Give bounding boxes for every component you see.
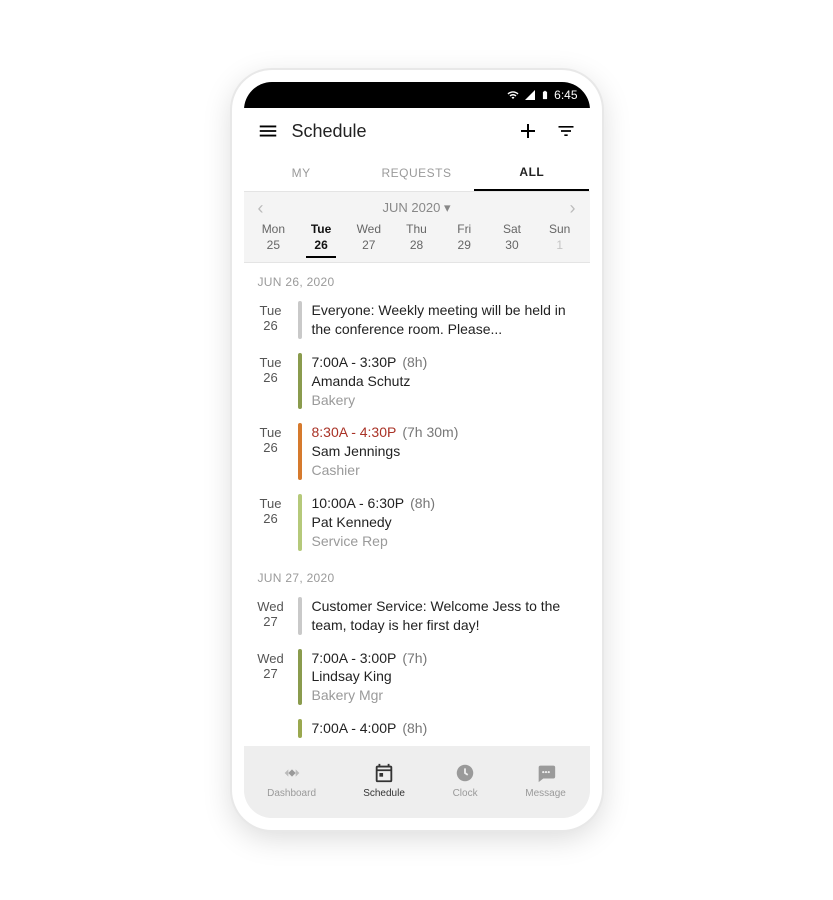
note-row[interactable]: Wed27 Customer Service: Welcome Jess to t… bbox=[244, 591, 590, 643]
page-title: Schedule bbox=[292, 121, 504, 142]
day-cell[interactable]: Thu28 bbox=[393, 220, 441, 258]
row-day bbox=[254, 719, 288, 738]
plus-icon bbox=[516, 119, 540, 143]
next-month-button[interactable]: › bbox=[566, 198, 580, 219]
hamburger-icon bbox=[257, 120, 279, 142]
signal-icon bbox=[524, 89, 536, 101]
shift-row[interactable]: 7:00A - 4:00P(8h) bbox=[244, 713, 590, 746]
color-stripe bbox=[298, 301, 302, 339]
row-content: 7:00A - 3:00P(7h)Lindsay KingBakery Mgr bbox=[312, 649, 580, 706]
color-stripe bbox=[298, 597, 302, 635]
row-day: Wed27 bbox=[254, 649, 288, 706]
tab-all[interactable]: ALL bbox=[474, 154, 589, 191]
day-cell[interactable]: Sat30 bbox=[488, 220, 536, 258]
shift-row[interactable]: Tue26 7:00A - 3:30P(8h)Amanda SchutzBaker… bbox=[244, 347, 590, 418]
day-cell[interactable]: Sun1 bbox=[536, 220, 584, 258]
shift-row[interactable]: Tue26 10:00A - 6:30P(8h)Pat KennedyServic… bbox=[244, 488, 590, 559]
clock-icon bbox=[452, 762, 478, 784]
message-icon bbox=[533, 762, 559, 784]
color-stripe bbox=[298, 353, 302, 410]
shift-row[interactable]: Tue26 8:30A - 4:30P(7h 30m)Sam JenningsCa… bbox=[244, 417, 590, 488]
shift-row[interactable]: Wed27 7:00A - 3:00P(7h)Lindsay KingBakery… bbox=[244, 643, 590, 714]
tabs: MYREQUESTSALL bbox=[244, 154, 590, 192]
color-stripe bbox=[298, 649, 302, 706]
day-cell[interactable]: Tue26 bbox=[297, 220, 345, 258]
color-stripe bbox=[298, 494, 302, 551]
nav-message[interactable]: Message bbox=[525, 762, 566, 799]
week-row: Mon25Tue26Wed27Thu28Fri29Sat30Sun1 bbox=[250, 220, 584, 258]
nav-dashboard[interactable]: Dashboard bbox=[267, 762, 316, 799]
wifi-icon bbox=[506, 89, 520, 101]
screen: 6:45 Schedule MYREQUESTSALL ‹ JUN 2020 ▾… bbox=[244, 82, 590, 818]
menu-button[interactable] bbox=[254, 117, 282, 145]
row-content: 7:00A - 4:00P(8h) bbox=[312, 719, 580, 738]
date-header: JUN 27, 2020 bbox=[244, 559, 590, 591]
phone-frame: 6:45 Schedule MYREQUESTSALL ‹ JUN 2020 ▾… bbox=[232, 70, 602, 830]
note-row[interactable]: Tue26 Everyone: Weekly meeting will be he… bbox=[244, 295, 590, 347]
filter-button[interactable] bbox=[552, 117, 580, 145]
status-time: 6:45 bbox=[554, 88, 577, 102]
date-header: JUN 26, 2020 bbox=[244, 263, 590, 295]
row-day: Tue26 bbox=[254, 301, 288, 339]
nav-clock[interactable]: Clock bbox=[452, 762, 478, 799]
app-bar: Schedule bbox=[244, 108, 590, 154]
add-button[interactable] bbox=[514, 117, 542, 145]
month-navigator: ‹ JUN 2020 ▾ › Mon25Tue26Wed27Thu28Fri29… bbox=[244, 192, 590, 263]
tab-requests[interactable]: REQUESTS bbox=[359, 154, 474, 191]
row-day: Tue26 bbox=[254, 494, 288, 551]
row-content: Customer Service: Welcome Jess to the te… bbox=[312, 597, 580, 635]
row-day: Wed27 bbox=[254, 597, 288, 635]
dashboard-icon bbox=[279, 762, 305, 784]
color-stripe bbox=[298, 719, 302, 738]
nav-schedule[interactable]: Schedule bbox=[363, 762, 405, 799]
row-content: Everyone: Weekly meeting will be held in… bbox=[312, 301, 580, 339]
row-content: 8:30A - 4:30P(7h 30m)Sam JenningsCashier bbox=[312, 423, 580, 480]
row-content: 10:00A - 6:30P(8h)Pat KennedyService Rep bbox=[312, 494, 580, 551]
schedule-icon bbox=[371, 762, 397, 784]
row-day: Tue26 bbox=[254, 353, 288, 410]
tab-my[interactable]: MY bbox=[244, 154, 359, 191]
row-content: 7:00A - 3:30P(8h)Amanda SchutzBakery bbox=[312, 353, 580, 410]
filter-icon bbox=[556, 121, 576, 141]
battery-icon bbox=[540, 88, 550, 102]
day-cell[interactable]: Wed27 bbox=[345, 220, 393, 258]
day-cell[interactable]: Fri29 bbox=[440, 220, 488, 258]
status-bar: 6:45 bbox=[244, 82, 590, 108]
schedule-list[interactable]: JUN 26, 2020 Tue26 Everyone: Weekly meetin… bbox=[244, 263, 590, 746]
bottom-nav: Dashboard Schedule Clock Message bbox=[244, 746, 590, 818]
row-day: Tue26 bbox=[254, 423, 288, 480]
color-stripe bbox=[298, 423, 302, 480]
day-cell[interactable]: Mon25 bbox=[250, 220, 298, 258]
month-label[interactable]: JUN 2020 ▾ bbox=[383, 200, 451, 216]
prev-month-button[interactable]: ‹ bbox=[254, 198, 268, 219]
